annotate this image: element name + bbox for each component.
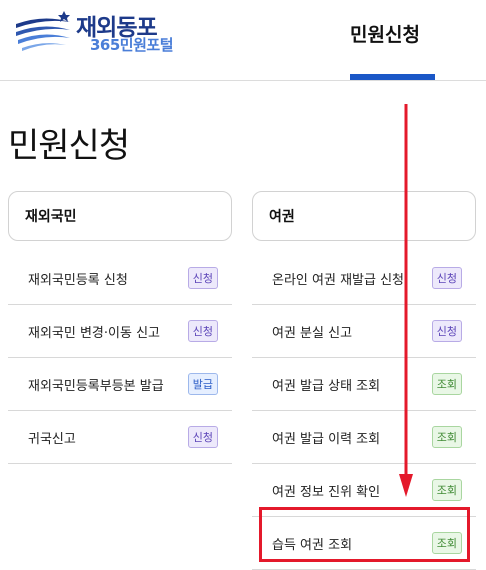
category-heading: 재외국민: [8, 191, 232, 241]
service-item-issue-status[interactable]: 여권 발급 상태 조회 조회: [252, 358, 476, 411]
service-label: 재외국민 변경·이동 신고: [28, 325, 160, 341]
category-column-overseas-nationals: 재외국민 재외국민등록 신청 신청 재외국민 변경·이동 신고 신청 재외국민등…: [8, 191, 232, 464]
page-title: 민원신청: [8, 126, 130, 166]
category-heading: 여권: [252, 191, 476, 241]
service-label: 재외국민등록부등본 발급: [28, 378, 164, 394]
apply-badge: 신청: [431, 320, 462, 342]
service-label: 여권 정보 진위 확인: [272, 484, 381, 500]
service-item-lost-report[interactable]: 여권 분실 신고 신청: [252, 305, 476, 358]
issue-badge: 발급: [187, 373, 218, 395]
service-list: 재외국민등록 신청 신청 재외국민 변경·이동 신고 신청 재외국민등록부등본 …: [8, 252, 232, 464]
service-label: 재외국민등록 신청: [28, 272, 128, 288]
apply-badge: 신청: [187, 267, 218, 289]
service-item-return-report[interactable]: 귀국신고 신청: [8, 411, 232, 464]
service-item-online-reissue[interactable]: 온라인 여권 재발급 신청 신청: [252, 252, 476, 305]
annotation-highlight-box: [259, 507, 470, 562]
service-label: 온라인 여권 재발급 신청: [272, 272, 404, 288]
service-label: 여권 발급 상태 조회: [272, 378, 381, 394]
apply-badge: 신청: [187, 426, 218, 448]
site-header: 재외동포 365민원포털 민원신청: [0, 0, 486, 81]
apply-badge: 신청: [431, 267, 462, 289]
apply-badge: 신청: [187, 320, 218, 342]
service-item-registry-copy[interactable]: 재외국민등록부등본 발급 발급: [8, 358, 232, 411]
view-badge: 조회: [431, 479, 462, 501]
view-badge: 조회: [431, 373, 462, 395]
service-label: 귀국신고: [28, 431, 76, 447]
service-item-change-move-report[interactable]: 재외국민 변경·이동 신고 신청: [8, 305, 232, 358]
nav-active-indicator: [350, 74, 435, 80]
service-label: 여권 분실 신고: [272, 325, 353, 341]
service-item-issue-history[interactable]: 여권 발급 이력 조회 조회: [252, 411, 476, 464]
view-badge: 조회: [431, 426, 462, 448]
service-item-overseas-registration[interactable]: 재외국민등록 신청 신청: [8, 252, 232, 305]
site-logo[interactable]: 재외동포 365민원포털: [14, 6, 184, 56]
service-label: 여권 발급 이력 조회: [272, 431, 381, 447]
nav-tab-civil-application[interactable]: 민원신청: [350, 20, 420, 47]
logo-swoosh-icon: [16, 11, 70, 51]
logo-subtitle: 365민원포털: [90, 36, 174, 54]
